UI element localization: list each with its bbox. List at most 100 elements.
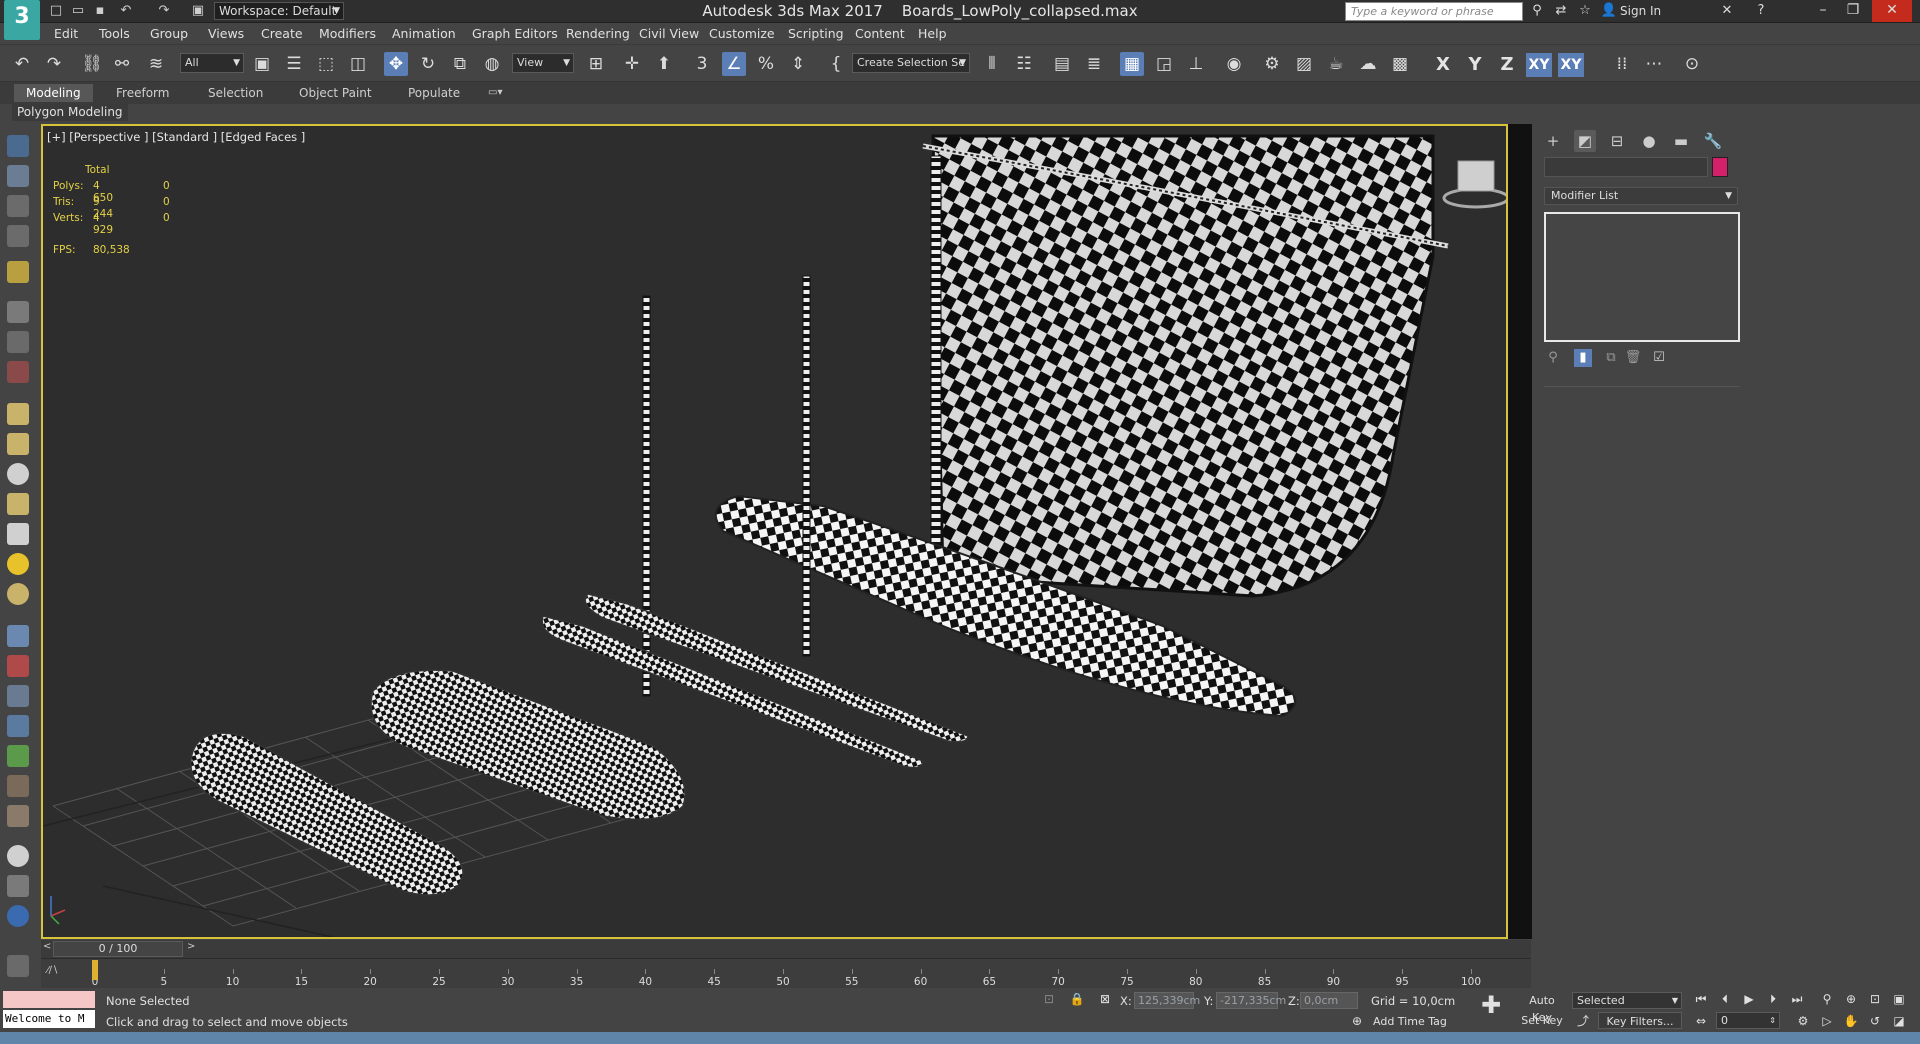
- autodesk-x-icon[interactable]: ✕: [1718, 2, 1736, 20]
- perspective-viewport[interactable]: [+] [Perspective ] [Standard ] [Edged Fa…: [41, 124, 1508, 939]
- snap-grid-icon[interactable]: ⁞⁞: [1610, 52, 1634, 76]
- set-key-plus-icon[interactable]: ✚: [1478, 993, 1504, 1022]
- tab-object-paint[interactable]: Object Paint: [287, 84, 384, 102]
- utilities-tab-icon[interactable]: 🔧: [1702, 130, 1724, 152]
- menu-civil-view[interactable]: Civil View: [639, 26, 699, 41]
- cone-icon[interactable]: [7, 523, 29, 545]
- key-mode-dropdown[interactable]: Selected ▼: [1572, 992, 1682, 1009]
- auto-key-button[interactable]: Auto Key: [1518, 992, 1566, 1024]
- gear-globe-icon[interactable]: [7, 715, 29, 737]
- time-next-icon[interactable]: >: [187, 941, 195, 952]
- plane-icon[interactable]: [7, 403, 29, 425]
- angle-snap-icon[interactable]: ∠: [722, 52, 746, 76]
- make-unique-icon[interactable]: ⧉: [1602, 349, 1620, 367]
- isolate-selection-icon[interactable]: ⊡: [1040, 990, 1058, 1008]
- absolute-mode-icon[interactable]: ⊠: [1096, 990, 1114, 1008]
- torus-knot-icon[interactable]: [7, 493, 29, 515]
- ball-icon[interactable]: [7, 583, 29, 605]
- render-setup-icon[interactable]: ⚙: [1260, 52, 1284, 76]
- a360-gallery-icon[interactable]: ▩: [1388, 52, 1412, 76]
- rendered-frame-window-icon[interactable]: ▨: [1292, 52, 1316, 76]
- set-key-button[interactable]: Set Key: [1518, 1012, 1566, 1029]
- maxscript-welcome[interactable]: Welcome to M: [3, 1010, 95, 1028]
- modifier-stack[interactable]: [1544, 212, 1740, 342]
- menu-customize[interactable]: Customize: [709, 26, 775, 41]
- redo-icon[interactable]: ↷: [42, 52, 66, 76]
- pin-stack-icon[interactable]: ⚲: [1544, 349, 1562, 367]
- spacing-tool-icon[interactable]: ⊙: [1680, 52, 1704, 76]
- light-bulb-icon[interactable]: [7, 261, 29, 283]
- maxscript-listener-input[interactable]: [3, 991, 95, 1008]
- snaps-toggle-icon[interactable]: 3: [690, 52, 714, 76]
- menu-create[interactable]: Create: [261, 26, 303, 41]
- schematic-view-icon[interactable]: ⊥: [1184, 52, 1208, 76]
- redo-icon[interactable]: ↷: [156, 3, 172, 19]
- align-icon[interactable]: ☷: [1012, 52, 1036, 76]
- material-sphere-icon[interactable]: [7, 845, 29, 867]
- select-by-name-icon[interactable]: ☰: [282, 52, 306, 76]
- named-selection-dropdown[interactable]: Create Selection Se ▼: [852, 53, 970, 73]
- sign-in-button[interactable]: Sign In: [1620, 4, 1661, 18]
- zoom-extents-icon[interactable]: ⊡: [1866, 990, 1884, 1008]
- tab-populate[interactable]: Populate: [396, 84, 472, 102]
- rectangular-selection-icon[interactable]: ⬚: [314, 52, 338, 76]
- dumbbell-icon[interactable]: [7, 655, 29, 677]
- tools-icon[interactable]: [7, 301, 29, 323]
- menu-rendering[interactable]: Rendering: [566, 26, 630, 41]
- star-icon[interactable]: ☆: [1576, 2, 1594, 20]
- help-icon[interactable]: ?: [1752, 2, 1770, 20]
- play-icon[interactable]: ▶: [1740, 990, 1758, 1008]
- maximize-viewport-icon[interactable]: ◪: [1890, 1012, 1908, 1030]
- remove-modifier-icon[interactable]: 🗑: [1624, 349, 1642, 367]
- render-in-cloud-icon[interactable]: ☁: [1356, 52, 1380, 76]
- track-bar[interactable]: ⁄∕∖ 0 5 10 15 20 25 30 35 40 45 50 55 60 65 70 75 80 85 90…: [41, 958, 1531, 988]
- lock-selection-icon[interactable]: 🔒: [1068, 990, 1086, 1008]
- orbit-icon[interactable]: ↺: [1866, 1012, 1884, 1030]
- menu-animation[interactable]: Animation: [392, 26, 456, 41]
- zoom-icon[interactable]: ⚲: [1818, 990, 1836, 1008]
- close-button[interactable]: ✕: [1872, 0, 1912, 22]
- exchange-icon[interactable]: ⇄: [1552, 2, 1570, 20]
- time-slider[interactable]: < 0 / 100 >: [41, 940, 1531, 958]
- modify-tab-icon[interactable]: ◩: [1574, 130, 1596, 152]
- zoom-extents-all-icon[interactable]: ▣: [1890, 990, 1908, 1008]
- script-icon[interactable]: [7, 955, 29, 977]
- select-manipulate-icon[interactable]: ✛: [620, 52, 644, 76]
- sphere-icon[interactable]: [7, 463, 29, 485]
- curve-editor-icon[interactable]: ◲: [1152, 52, 1176, 76]
- current-frame-marker[interactable]: [92, 960, 98, 980]
- key-filters-button[interactable]: Key Filters...: [1598, 1012, 1682, 1029]
- pivot-center-icon[interactable]: ⊞: [584, 52, 608, 76]
- time-slider-thumb[interactable]: 0 / 100: [53, 941, 183, 957]
- select-and-place-icon[interactable]: ◍: [480, 52, 504, 76]
- selection-filter-dropdown[interactable]: All ▼: [180, 53, 244, 73]
- menu-tools[interactable]: Tools: [99, 26, 130, 41]
- key-tangent-icon[interactable]: ⤴: [1574, 1012, 1592, 1030]
- configure-modifier-sets-icon[interactable]: ☑: [1650, 349, 1668, 367]
- menu-scripting[interactable]: Scripting: [788, 26, 844, 41]
- window-crossing-icon[interactable]: ◫: [346, 52, 370, 76]
- hierarchy-tab-icon[interactable]: ⊟: [1606, 130, 1628, 152]
- go-to-start-icon[interactable]: ⏮: [1692, 990, 1710, 1008]
- restore-button[interactable]: ❐: [1838, 0, 1868, 22]
- polygon-modeling-panel[interactable]: Polygon Modeling: [12, 104, 128, 121]
- viewport-layout-icon[interactable]: [7, 135, 29, 157]
- modifier-list-dropdown[interactable]: Modifier List ▼: [1544, 187, 1738, 205]
- previous-frame-icon[interactable]: ⏴: [1716, 990, 1734, 1008]
- axis-x-button[interactable]: X: [1430, 53, 1456, 77]
- app-logo[interactable]: 3: [4, 0, 40, 40]
- object-name-field[interactable]: [1544, 157, 1708, 177]
- layer-explorer-icon[interactable]: ≣: [1082, 52, 1106, 76]
- list-icon[interactable]: [7, 195, 29, 217]
- search-input[interactable]: Type a keyword or phrase: [1345, 2, 1523, 21]
- curve-editor-toggle-icon[interactable]: ⁄∕∖: [47, 965, 58, 976]
- axis-z-button[interactable]: Z: [1494, 53, 1520, 77]
- binoculars-icon[interactable]: ⚲: [1528, 2, 1546, 20]
- x-coordinate-field[interactable]: 125,339cm: [1134, 992, 1200, 1009]
- viewport-label[interactable]: [+] [Perspective ] [Standard ] [Edged Fa…: [47, 130, 305, 144]
- z-coordinate-field[interactable]: 0,0cm: [1300, 992, 1358, 1009]
- minimize-button[interactable]: –: [1808, 0, 1838, 22]
- time-tag-icon[interactable]: ⊕: [1348, 1012, 1366, 1030]
- new-file-icon[interactable]: □: [48, 3, 64, 19]
- next-frame-icon[interactable]: ⏵: [1764, 990, 1782, 1008]
